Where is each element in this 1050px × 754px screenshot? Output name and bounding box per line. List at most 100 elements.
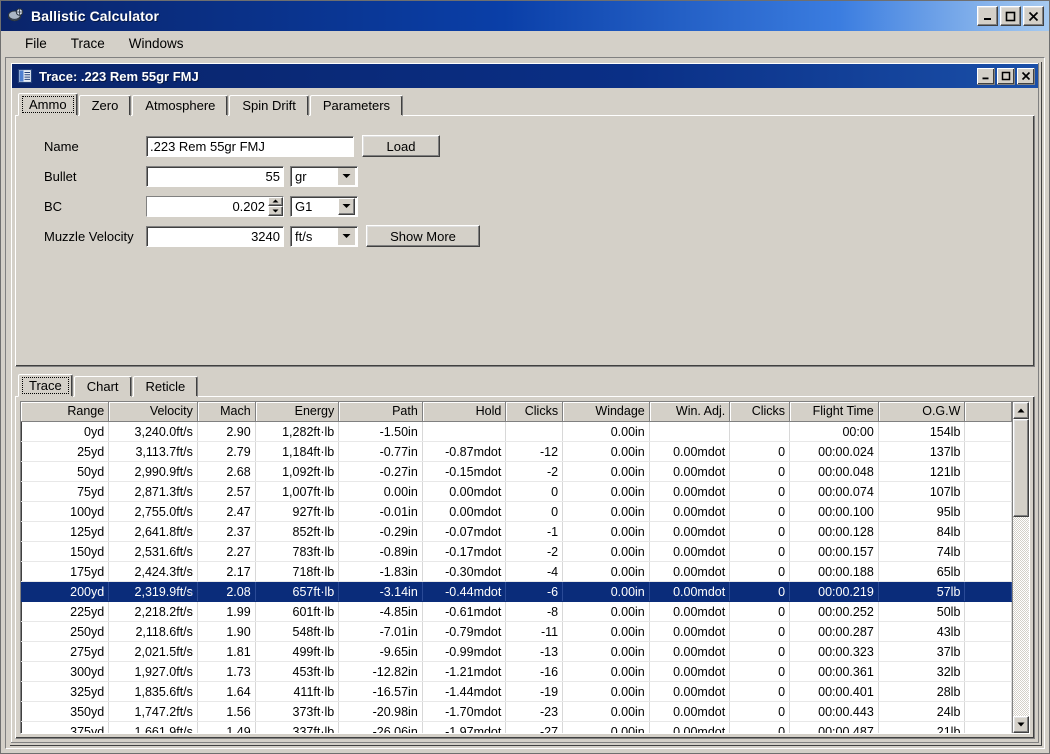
table-cell: 0 xyxy=(729,501,791,523)
table-cell xyxy=(964,561,1012,583)
table-row[interactable]: 300yd 1,927.0ft/s 1.73 453ft·lb -12.82in -1.2… xyxy=(21,661,1012,683)
table-row[interactable]: 350yd 1,747.2ft/s 1.56 373ft·lb -20.98in -1.7… xyxy=(21,701,1012,723)
column-header-flight-time[interactable]: Flight Time xyxy=(789,402,879,423)
table-row[interactable]: 175yd 2,424.3ft/s 2.17 718ft·lb -1.83in -0.30… xyxy=(21,561,1012,583)
table-row[interactable]: 100yd 2,755.0ft/s 2.47 927ft·lb -0.01in 0.00m… xyxy=(21,501,1012,523)
table-cell: 0.00mdot xyxy=(649,681,731,703)
table-row[interactable]: 50yd 2,990.9ft/s 2.68 1,092ft·lb -0.27in -0.1… xyxy=(21,461,1012,483)
mdi-close-button[interactable] xyxy=(1017,67,1035,85)
muzzle-velocity-label: Muzzle Velocity xyxy=(44,228,134,244)
table-cell: 0.00in xyxy=(562,441,650,463)
trace-window-titlebar: Trace: .223 Rem 55gr FMJ xyxy=(12,64,1038,88)
tab-parameters[interactable]: Parameters xyxy=(309,95,404,116)
table-cell: -3.14in xyxy=(338,581,423,603)
mdi-minimize-button[interactable] xyxy=(977,67,995,85)
table-cell: 0 xyxy=(729,641,791,663)
menu-item-windows[interactable]: Windows xyxy=(117,34,196,53)
table-cell: -0.99mdot xyxy=(422,641,507,663)
table-cell: 0.00in xyxy=(562,481,650,503)
table-row[interactable]: 25yd 3,113.7ft/s 2.79 1,184ft·lb -0.77in -0.8… xyxy=(21,441,1012,463)
tab-chart[interactable]: Chart xyxy=(73,376,132,398)
spin-down-icon[interactable] xyxy=(268,206,283,216)
table-row[interactable]: 75yd 2,871.3ft/s 2.57 1,007ft·lb 0.00in 0.00m… xyxy=(21,481,1012,503)
column-header-clicks[interactable]: Clicks xyxy=(505,402,564,423)
table-cell: 00:00.323 xyxy=(789,641,879,663)
table-cell: 300yd xyxy=(21,661,110,683)
table-cell: 65lb xyxy=(878,561,966,583)
table-cell xyxy=(964,541,1012,563)
minimize-button[interactable] xyxy=(977,6,998,26)
trajectory-table-scroll[interactable]: Range Velocity Mach Energy Path Hold Cli… xyxy=(21,402,1012,733)
table-cell: -1 xyxy=(505,521,564,543)
scroll-up-button[interactable] xyxy=(1013,402,1029,420)
tab-trace[interactable]: Trace xyxy=(18,374,73,398)
tab-reticle[interactable]: Reticle xyxy=(132,376,199,398)
scrollbar-track[interactable] xyxy=(1013,419,1029,716)
table-cell: -8 xyxy=(505,601,564,623)
table-cell: -16 xyxy=(505,661,564,683)
column-header-velocity[interactable]: Velocity xyxy=(108,402,198,423)
column-header-path[interactable]: Path xyxy=(338,402,423,423)
table-row[interactable]: 375yd 1,661.9ft/s 1.49 337ft·lb -26.06in -1.9… xyxy=(21,721,1012,733)
close-button[interactable] xyxy=(1023,6,1044,26)
chevron-down-icon[interactable] xyxy=(338,197,355,215)
table-vertical-scrollbar[interactable] xyxy=(1012,402,1029,733)
maximize-button[interactable] xyxy=(1000,6,1021,26)
column-header-clicks-wind[interactable]: Clicks xyxy=(729,402,791,423)
column-header-ogw[interactable]: O.G.W xyxy=(878,402,966,423)
table-cell: 00:00 xyxy=(789,421,879,443)
table-cell: 75yd xyxy=(21,481,110,503)
muzzle-velocity-unit-combo[interactable]: ft/s xyxy=(290,225,358,247)
spin-up-icon[interactable] xyxy=(268,196,283,206)
table-cell: -0.44mdot xyxy=(422,581,507,603)
table-cell: 548ft·lb xyxy=(255,621,340,643)
tab-zero[interactable]: Zero xyxy=(78,95,132,116)
bc-input[interactable]: 0.202 xyxy=(147,196,268,216)
scroll-down-button[interactable] xyxy=(1013,716,1029,733)
table-row[interactable]: 225yd 2,218.2ft/s 1.99 601ft·lb -4.85in -0.61… xyxy=(21,601,1012,623)
table-cell: 927ft·lb xyxy=(255,501,340,523)
show-more-button[interactable]: Show More xyxy=(366,225,480,247)
column-header-energy[interactable]: Energy xyxy=(255,402,340,423)
column-header-mach[interactable]: Mach xyxy=(197,402,256,423)
table-row[interactable]: 200yd 2,319.9ft/s 2.08 657ft·lb -3.14in -0.44… xyxy=(21,581,1012,603)
table-row[interactable]: 0yd 3,240.0ft/s 2.90 1,282ft·lb -1.50in 0.00i… xyxy=(21,421,1012,443)
column-header-range[interactable]: Range xyxy=(21,402,110,423)
bc-spinner[interactable]: 0.202 xyxy=(146,195,284,217)
table-cell: 2,424.3ft/s xyxy=(108,561,198,583)
column-header-win-adj[interactable]: Win. Adj. xyxy=(649,402,731,423)
table-cell: 373ft·lb xyxy=(255,701,340,723)
bullet-unit-combo[interactable]: gr xyxy=(290,165,358,187)
column-header-hold[interactable]: Hold xyxy=(422,402,507,423)
table-cell: 0 xyxy=(729,481,791,503)
table-row[interactable]: 325yd 1,835.6ft/s 1.64 411ft·lb -16.57in -1.4… xyxy=(21,681,1012,703)
table-cell: 137lb xyxy=(878,441,966,463)
tab-atmosphere[interactable]: Atmosphere xyxy=(132,95,229,116)
table-row[interactable]: 250yd 2,118.6ft/s 1.90 548ft·lb -7.01in -0.79… xyxy=(21,621,1012,643)
table-cell: 0.00in xyxy=(562,641,650,663)
scrollbar-thumb[interactable] xyxy=(1013,419,1029,518)
bullet-weight-input[interactable]: 55 xyxy=(146,165,284,187)
table-cell: 0.00in xyxy=(562,501,650,523)
bc-drag-model-value: G1 xyxy=(295,198,313,214)
muzzle-velocity-input[interactable]: 3240 xyxy=(146,225,284,247)
table-cell: -12 xyxy=(505,441,564,463)
menu-item-trace[interactable]: Trace xyxy=(59,34,117,53)
mdi-restore-button[interactable] xyxy=(997,67,1015,85)
mdi-client-area: Trace: .223 Rem 55gr FMJ Ammo Zero Atmos… xyxy=(5,57,1045,749)
load-button[interactable]: Load xyxy=(362,135,440,157)
table-cell: 00:00.252 xyxy=(789,601,879,623)
table-cell: 0 xyxy=(729,681,791,703)
column-header-windage[interactable]: Windage xyxy=(562,402,650,423)
name-input[interactable]: .223 Rem 55gr FMJ xyxy=(146,135,354,157)
table-row[interactable]: 125yd 2,641.8ft/s 2.37 852ft·lb -0.29in -0.07… xyxy=(21,521,1012,543)
tab-spin-drift[interactable]: Spin Drift xyxy=(229,95,309,116)
table-row[interactable]: 275yd 2,021.5ft/s 1.81 499ft·lb -9.65in -0.99… xyxy=(21,641,1012,663)
table-cell xyxy=(964,721,1012,733)
menu-item-file[interactable]: File xyxy=(13,34,59,53)
table-cell: -0.17mdot xyxy=(422,541,507,563)
tab-ammo-label: Ammo xyxy=(29,97,67,112)
table-row[interactable]: 150yd 2,531.6ft/s 2.27 783ft·lb -0.89in -0.17… xyxy=(21,541,1012,563)
bc-drag-model-combo[interactable]: G1 xyxy=(290,195,358,217)
tab-ammo[interactable]: Ammo xyxy=(18,93,78,116)
